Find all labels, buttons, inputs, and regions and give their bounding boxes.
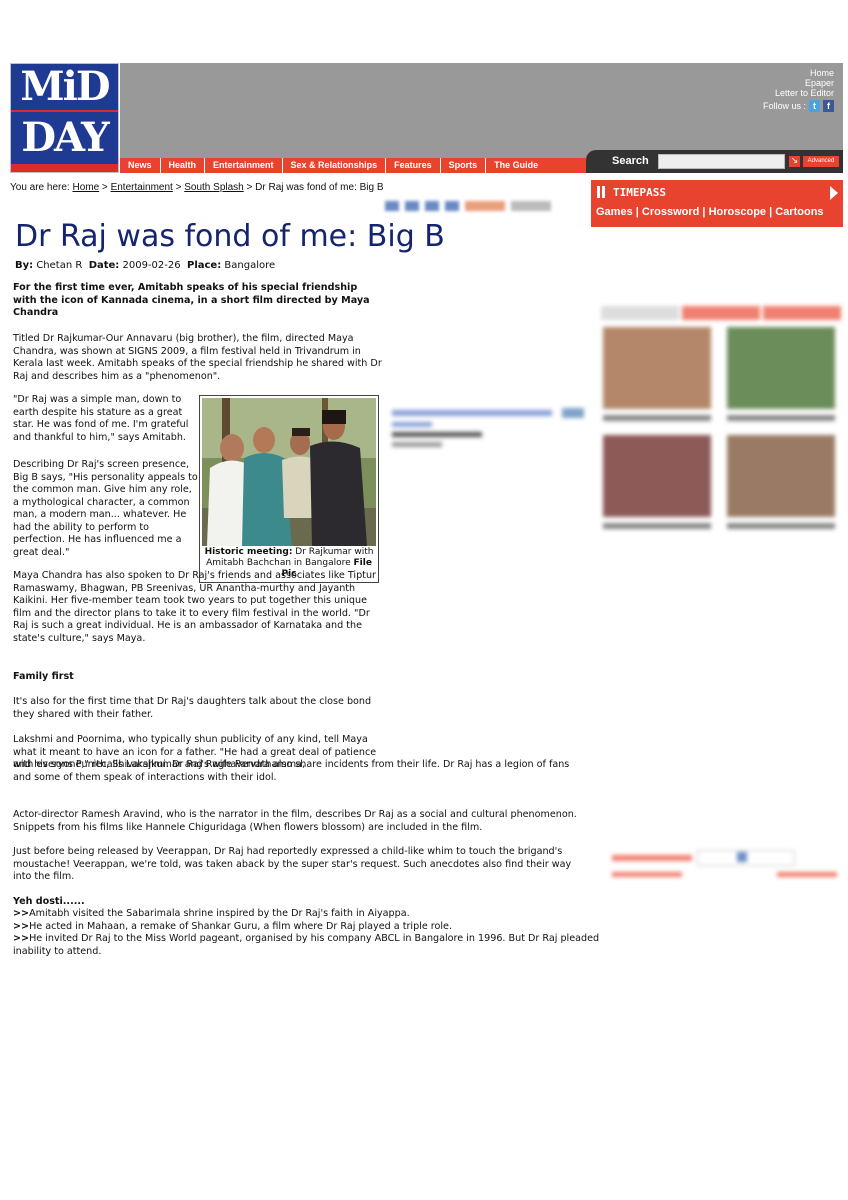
header-bar xyxy=(120,63,843,158)
article-paragraph: Describing Dr Raj's screen presence, Big… xyxy=(13,459,198,558)
fact-text: He invited Dr Raj to the Miss World page… xyxy=(13,933,600,957)
share-tools[interactable] xyxy=(511,201,551,211)
top-links: Home Epaper Letter to Editor xyxy=(775,68,834,98)
epaper-link[interactable]: Epaper xyxy=(775,78,834,88)
mid-day-logo[interactable]: MiD DAY xyxy=(10,63,119,173)
tab-most-read[interactable] xyxy=(601,306,679,320)
twitter-icon[interactable]: t xyxy=(809,100,820,112)
pause-icon[interactable] xyxy=(597,186,605,198)
nav-health[interactable]: Health xyxy=(161,158,206,173)
breadcrumb-south-splash[interactable]: South Splash xyxy=(184,182,244,193)
next-arrow-icon[interactable] xyxy=(830,186,838,200)
article-paragraph: Just before being released by Veerappan,… xyxy=(13,846,572,882)
timepass-horoscope[interactable]: Horoscope xyxy=(709,206,766,218)
breadcrumb: You are here: Home > Entertainment > Sou… xyxy=(10,182,384,193)
nav-sports[interactable]: Sports xyxy=(441,158,487,173)
story-thumbnail[interactable] xyxy=(727,327,835,409)
timepass-widget: TIMEPASS Games | Crossword | Horoscope |… xyxy=(591,180,843,227)
sponsored-link[interactable] xyxy=(392,408,587,453)
timepass-title: TIMEPASS xyxy=(613,186,666,199)
facts-list: >>Amitabh visited the Sabarimala shrine … xyxy=(13,908,603,958)
fact-item: >>He acted in Mahaan, a remake of Shanka… xyxy=(13,921,603,934)
article-paragraph: Maya Chandra has also spoken to Dr Raj's… xyxy=(13,570,376,644)
by-label: By: xyxy=(15,260,34,271)
logo-line-1: MiD xyxy=(11,64,118,110)
story-caption[interactable] xyxy=(603,523,711,529)
midday-network-widget[interactable] xyxy=(612,850,840,880)
article-paragraph: Titled Dr Rajkumar-Our Annavaru (big bro… xyxy=(13,333,382,382)
fact-text: He acted in Mahaan, a remake of Shankar … xyxy=(29,920,453,932)
story-caption[interactable] xyxy=(603,415,711,421)
article-photo: Historic meeting: Dr Rajkumar with Amita… xyxy=(199,395,379,583)
timepass-crossword[interactable]: Crossword xyxy=(642,206,699,218)
share-icon[interactable] xyxy=(445,201,459,211)
follow-us-label: Follow us : xyxy=(762,101,806,111)
letter-to-editor-link[interactable]: Letter to Editor xyxy=(775,88,834,98)
section-heading: Yeh dosti...... xyxy=(13,896,85,907)
breadcrumb-current: Dr Raj was fond of me: Big B xyxy=(255,182,384,193)
breadcrumb-separator: > xyxy=(172,182,185,193)
share-icon[interactable] xyxy=(425,201,439,211)
tab-most-flaunted[interactable] xyxy=(682,306,760,320)
share-icon[interactable] xyxy=(405,201,419,211)
place-label: Place: xyxy=(186,260,222,271)
author: Chetan R xyxy=(36,260,83,271)
article-paragraph: and his sons Punith, Shivarajkumar and R… xyxy=(13,759,570,783)
main-nav: News Health Entertainment Sex & Relation… xyxy=(120,158,586,173)
share-button[interactable] xyxy=(465,201,505,211)
fact-item: >>Amitabh visited the Sabarimala shrine … xyxy=(13,908,603,921)
nav-entertainment[interactable]: Entertainment xyxy=(205,158,283,173)
section-heading: Family first xyxy=(13,671,74,682)
fact-marker: >> xyxy=(13,933,30,944)
facebook-icon[interactable]: f xyxy=(823,100,834,112)
search-label: Search xyxy=(612,155,649,167)
share-toolbar[interactable] xyxy=(385,201,585,215)
breadcrumb-entertainment[interactable]: Entertainment xyxy=(111,182,173,193)
article-headline: Dr Raj was fond of me: Big B xyxy=(15,219,445,254)
story-thumbnail[interactable] xyxy=(603,327,711,409)
story-caption[interactable] xyxy=(727,523,835,529)
fact-marker: >> xyxy=(13,920,30,932)
search-input[interactable] xyxy=(658,154,785,169)
date: 2009-02-26 xyxy=(122,260,181,271)
home-link[interactable]: Home xyxy=(775,68,834,78)
byline: By: Chetan R Date: 2009-02-26 Place: Ban… xyxy=(15,260,275,271)
logo-line-2: DAY xyxy=(11,112,118,164)
place: Bangalore xyxy=(224,260,276,271)
share-icon[interactable] xyxy=(385,201,399,211)
breadcrumb-home[interactable]: Home xyxy=(72,182,99,193)
nav-the-guide[interactable]: The Guide xyxy=(486,158,546,173)
most-read-tabs[interactable] xyxy=(601,306,841,320)
nav-sex-relationships[interactable]: Sex & Relationships xyxy=(283,158,387,173)
nav-features[interactable]: Features xyxy=(386,158,441,173)
fact-marker: >> xyxy=(13,908,30,919)
article-lead: For the first time ever, Amitabh speaks … xyxy=(13,282,370,318)
story-thumbnail[interactable] xyxy=(727,435,835,517)
fact-text: Amitabh visited the Sabarimala shrine in… xyxy=(29,908,410,919)
nav-news[interactable]: News xyxy=(120,158,161,173)
breadcrumb-separator: > xyxy=(243,182,256,193)
article-paragraph: It's also for the first time that Dr Raj… xyxy=(13,696,372,720)
caption-bold: Historic meeting: xyxy=(204,547,293,557)
tab-categories[interactable] xyxy=(763,306,841,320)
search-bar: Search ↘ Advanced xyxy=(586,150,843,173)
breadcrumb-separator: > xyxy=(99,182,111,193)
breadcrumb-prefix: You are here: xyxy=(10,182,73,193)
article-paragraph: Actor-director Ramesh Aravind, who is th… xyxy=(13,809,577,833)
timepass-links: Games | Crossword | Horoscope | Cartoons xyxy=(596,206,824,218)
story-thumbnail[interactable] xyxy=(603,435,711,517)
article-paragraph: "Dr Raj was a simple man, down to earth … xyxy=(13,394,189,443)
story-caption[interactable] xyxy=(727,415,835,421)
photo-image xyxy=(202,398,376,546)
follow-us: Follow us : t f xyxy=(763,100,834,112)
timepass-games[interactable]: Games xyxy=(596,206,633,218)
search-go-button[interactable]: ↘ xyxy=(789,156,800,167)
timepass-cartoons[interactable]: Cartoons xyxy=(775,206,823,218)
advanced-search-button[interactable]: Advanced xyxy=(803,156,839,167)
date-label: Date: xyxy=(88,260,120,271)
fact-item: >>He invited Dr Raj to the Miss World pa… xyxy=(13,933,603,958)
